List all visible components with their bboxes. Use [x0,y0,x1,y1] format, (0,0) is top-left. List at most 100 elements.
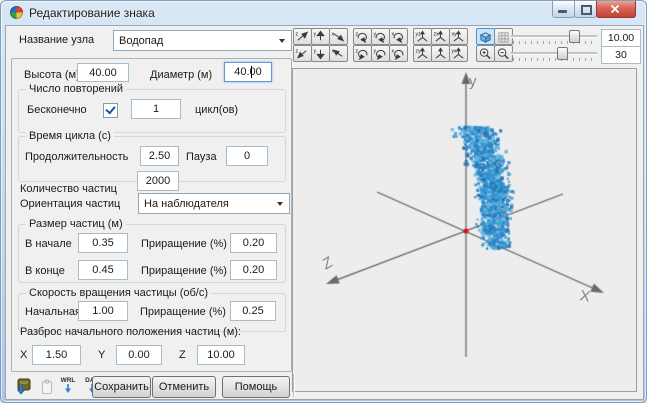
rotate-y-ccw-button[interactable]: y [371,45,390,62]
size-start-inc-label: Приращение (%) [141,238,227,250]
orientation-value: На наблюдателя [139,198,277,210]
svg-text:y: y [314,49,317,55]
duration-input[interactable]: 2.50 [140,146,179,166]
pan-x-negative-button[interactable]: x [329,45,348,62]
rotate-z-cw-button[interactable]: z [353,28,372,45]
duration-label: Продолжительность [25,151,128,163]
pan-y-down-button[interactable]: y [311,45,330,62]
svg-text:zy: zy [416,49,422,55]
pan-y-up-icon: y [313,30,328,43]
view-yz-button[interactable]: yz [413,28,432,45]
particle-count-input[interactable]: 2000 [137,171,179,191]
rotate-y-cw-icon: y [373,30,388,43]
rotation-initial-input[interactable]: 1.00 [78,301,128,321]
view-xy-icon: xy [451,30,466,43]
slider-handle[interactable] [557,47,568,60]
height-input[interactable]: 40.00 [77,63,129,82]
svg-text:z: z [296,49,299,55]
close-button[interactable] [596,1,636,18]
chevron-down-icon [279,39,285,43]
height-label: Высота (м) [24,69,80,81]
svg-text:y: y [374,32,377,38]
pause-input[interactable]: 0 [226,146,268,166]
view-yx-button[interactable]: yx [449,45,468,62]
size-start-label: В начале [25,238,72,250]
zoom-in-icon [478,47,493,60]
zoom-in-button[interactable] [476,45,495,62]
slider-handle[interactable] [569,30,580,43]
toolbar-value-2[interactable]: 30 [601,46,641,64]
view-xy-button[interactable]: xy [449,28,468,45]
size-end-input[interactable]: 0.45 [78,260,128,280]
cancel-button[interactable]: Отменить [152,376,216,398]
rotate-x-ccw-button[interactable]: x [389,45,408,62]
rotation-initial-label: Начальная [25,306,81,318]
3d-viewport[interactable]: y X Z [292,68,637,392]
view-yz-icon: yz [415,30,430,43]
rotate-y-cw-button[interactable]: y [371,28,390,45]
window: Редактирование знака Название узла Водоп… [0,0,647,403]
rotate-x-cw-icon: x [391,30,406,43]
titlebar[interactable]: Редактирование знака [1,1,646,25]
spread-title: Разброс начального положения частиц (м): [20,326,241,338]
pan-x-button[interactable]: x [329,28,348,45]
import-model-button[interactable] [13,376,33,396]
svg-text:z: z [296,32,299,38]
rotate-x-cw-button[interactable]: x [389,28,408,45]
spread-y-input[interactable]: 0.00 [116,345,162,365]
rotation-inc-input[interactable]: 0.25 [230,301,276,321]
view-iso-button[interactable] [431,45,450,62]
rotate-z-ccw-icon: z [355,47,370,60]
maximize-button[interactable] [574,1,597,18]
rotate-z-cw-icon: z [355,30,370,43]
pan-x-icon: x [331,30,346,43]
size-start-inc-input[interactable]: 0.20 [230,233,277,253]
pan-z-negative-button[interactable]: z [293,45,312,62]
grid-toggle-icon [496,30,511,43]
toolbar-value-1[interactable]: 10.00 [601,29,641,47]
view-zx-button[interactable]: zx [431,28,450,45]
toolbar-slider-1[interactable] [511,29,597,44]
minimize-icon [558,10,567,13]
download-arrow-icon [64,384,72,393]
checkmark-icon [105,104,115,115]
chevron-down-icon [277,202,283,206]
cycles-input[interactable]: 1 [131,99,181,119]
svg-text:x: x [332,32,335,38]
size-group-title: Размер частиц (м) [26,218,126,230]
infinite-checkbox[interactable] [103,103,118,118]
rotate-z-ccw-button[interactable]: z [353,45,372,62]
orientation-label: Ориентация частиц [20,198,120,210]
save-button[interactable]: Сохранить [92,376,151,398]
size-end-inc-input[interactable]: 0.20 [230,260,277,280]
copy-button[interactable] [37,377,57,397]
svg-text:yx: yx [452,49,458,55]
client-area: Название узла Водопад Высота (м) 40.00 Д… [5,25,644,400]
help-button[interactable]: Помощь [222,376,290,398]
diameter-input[interactable]: 40.00 [224,62,272,82]
pan-y-up-button[interactable]: y [311,28,330,45]
close-icon [610,4,620,14]
svg-text:z: z [356,49,359,55]
export-wrl-button[interactable]: WRL [58,375,78,395]
viewport-canvas[interactable] [293,69,636,391]
window-title: Редактирование знака [29,6,155,20]
view-zy-button[interactable]: zy [413,45,432,62]
minimize-button[interactable] [552,1,575,18]
size-end-inc-label: Приращение (%) [141,265,227,277]
node-name-combobox[interactable]: Водопад [113,30,292,51]
spread-x-input[interactable]: 1.50 [32,345,81,365]
orientation-combobox[interactable]: На наблюдателя [138,193,290,214]
perspective-toggle-button[interactable] [476,28,495,45]
slider-track [511,52,597,55]
clipboard-icon [40,379,54,395]
view-iso-icon [433,47,448,60]
toolbar-slider-2[interactable] [511,46,597,61]
pan-z-button[interactable]: z [293,28,312,45]
parameters-panel: Высота (м) 40.00 Диаметр (м) 40.00 Число… [11,58,292,372]
repeat-group-title: Число повторений [26,83,126,95]
size-start-input[interactable]: 0.35 [78,233,128,253]
spread-z-input[interactable]: 10.00 [197,345,245,365]
svg-text:xy: xy [452,32,458,38]
view-zy-icon: zy [415,47,430,60]
